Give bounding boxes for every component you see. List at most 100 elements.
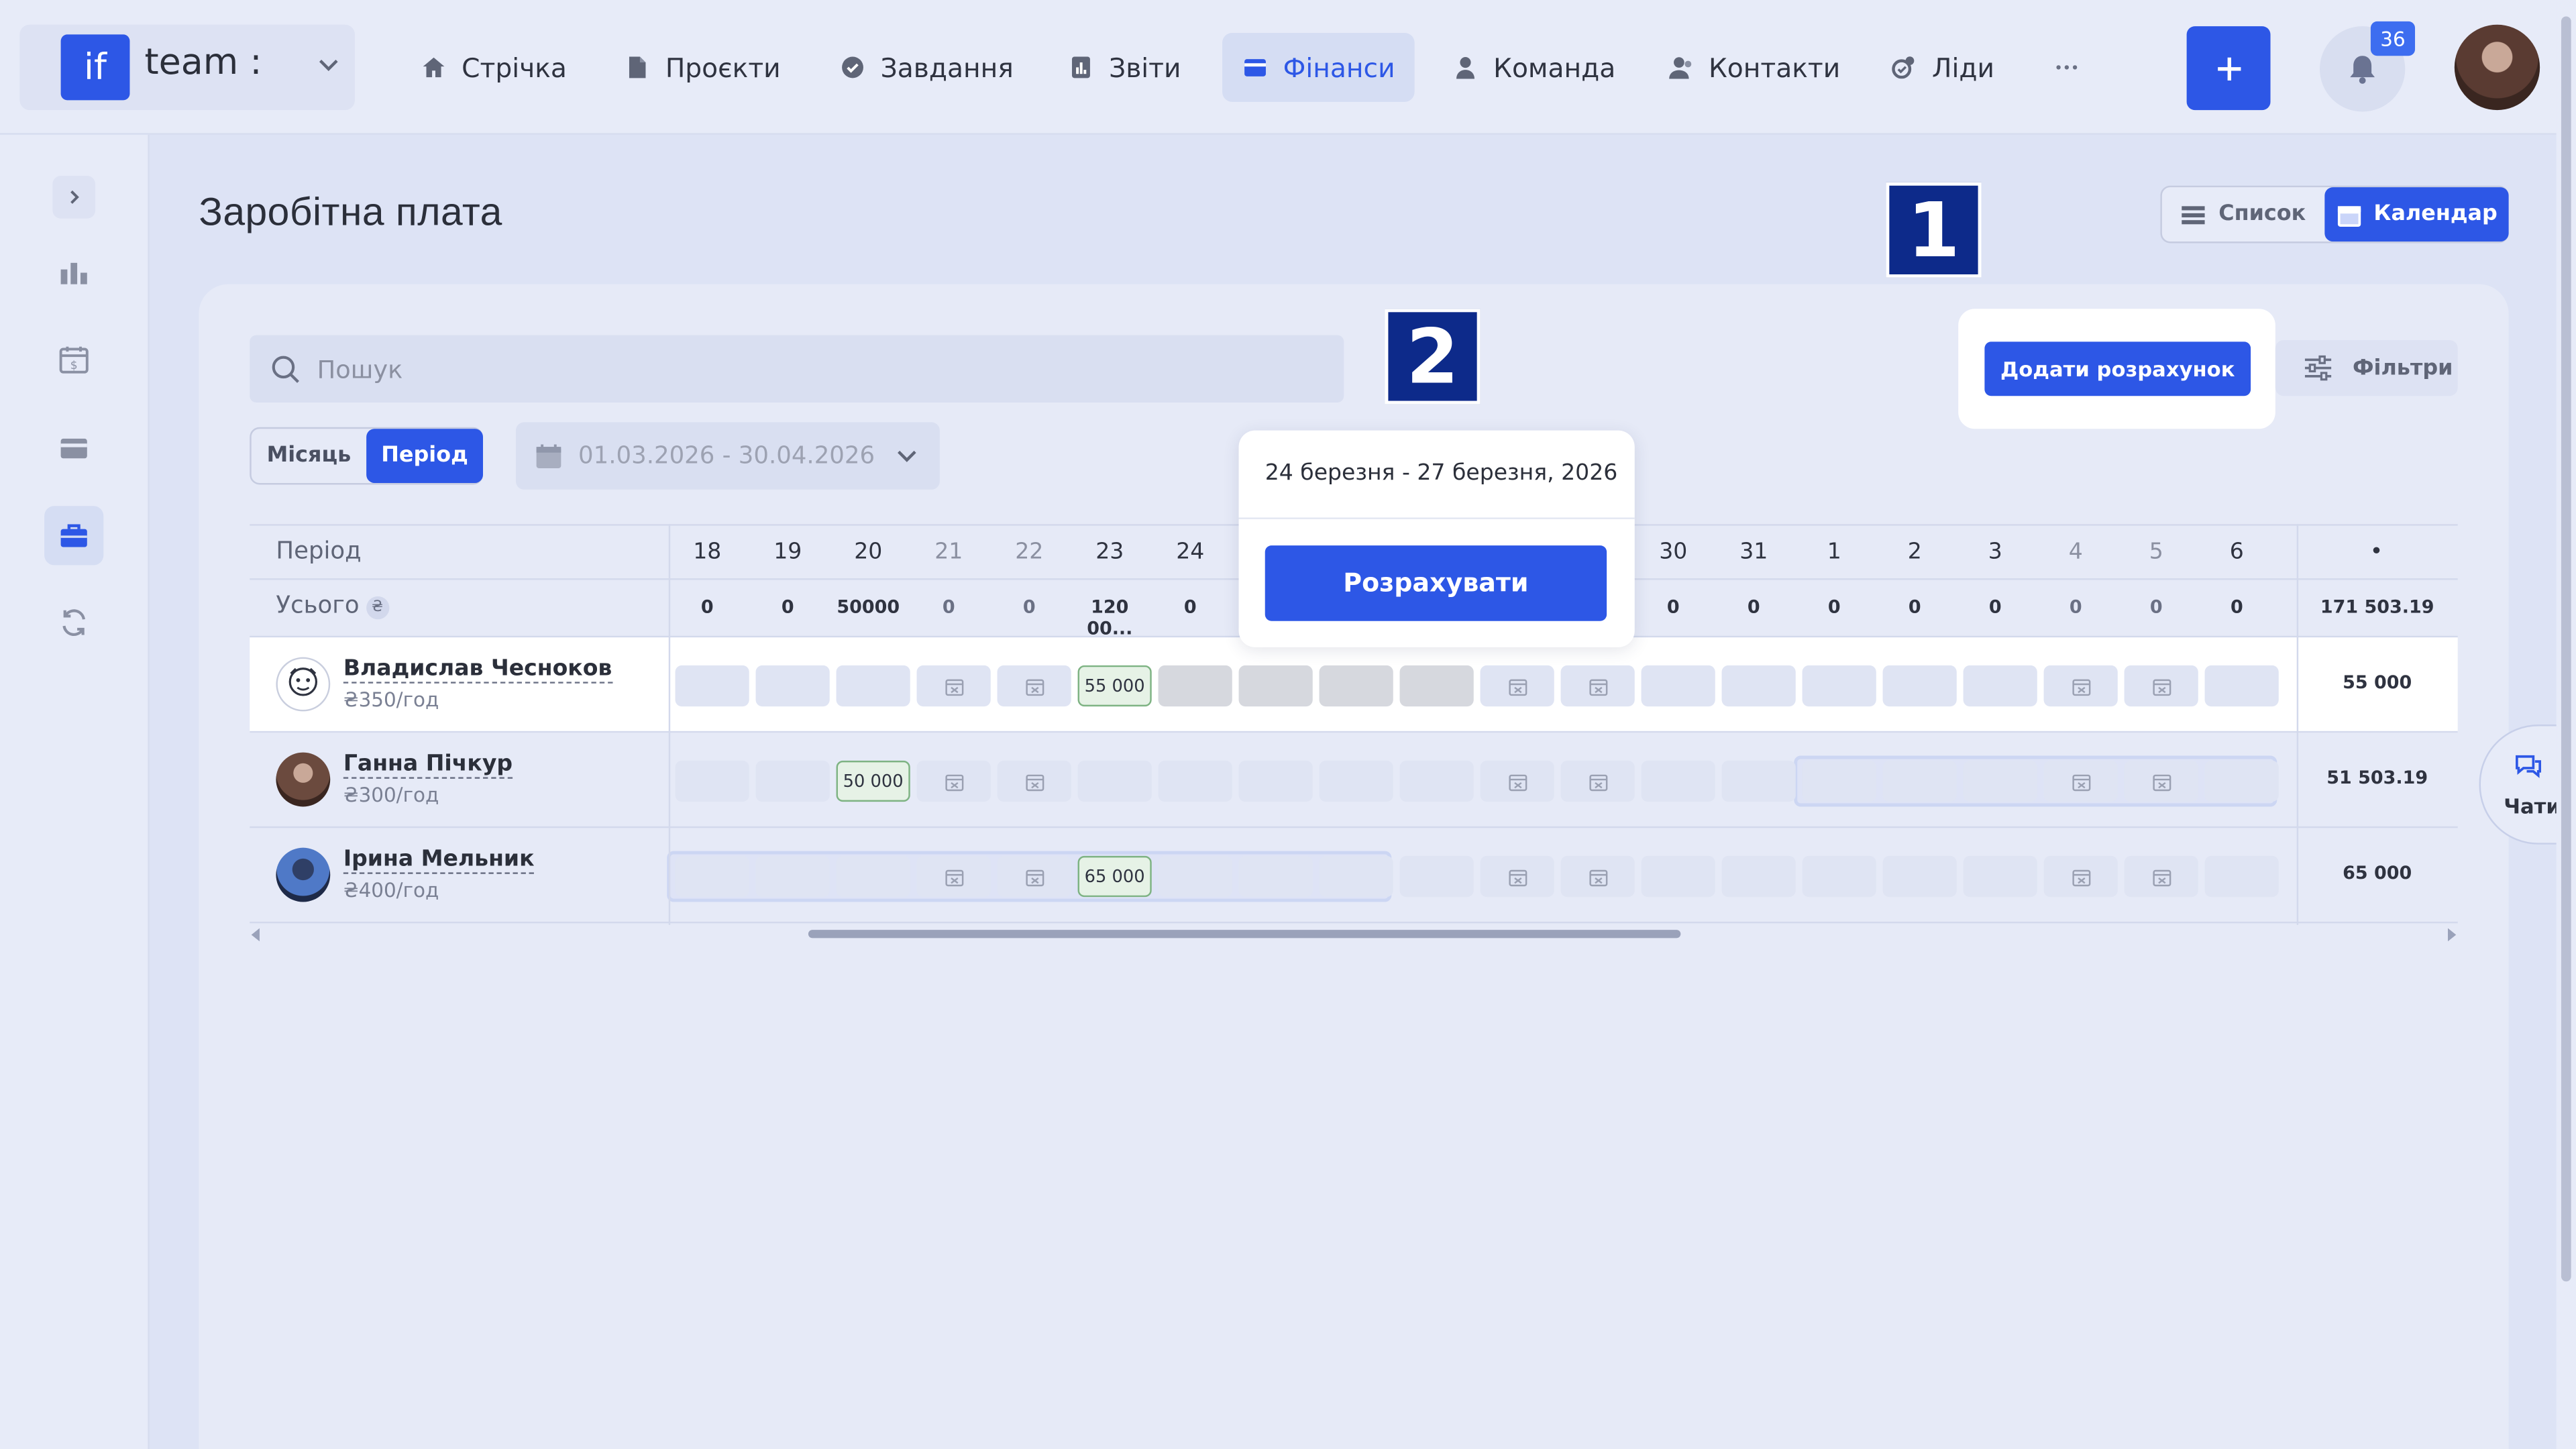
user-avatar[interactable] <box>2454 24 2540 111</box>
day-cell[interactable] <box>755 665 830 707</box>
sidebar-item-analytics[interactable] <box>44 243 103 302</box>
day-cell[interactable] <box>1882 760 1957 802</box>
day-cell[interactable] <box>1319 760 1393 802</box>
sidebar-expand-button[interactable] <box>52 176 96 219</box>
day-cell[interactable] <box>1399 760 1474 802</box>
team-switcher[interactable]: if team : <box>19 24 355 111</box>
nav-more-button[interactable] <box>2034 33 2100 102</box>
day-cell[interactable] <box>916 855 991 898</box>
scroll-thumb[interactable] <box>808 930 1681 938</box>
day-cell[interactable] <box>916 760 991 802</box>
day-cell[interactable] <box>1077 760 1152 802</box>
day-cell[interactable] <box>2043 665 2118 707</box>
day-cell[interactable] <box>997 855 1071 898</box>
day-cell[interactable] <box>1560 665 1635 707</box>
day-cell[interactable] <box>2204 855 2279 898</box>
day-cell[interactable] <box>755 855 830 898</box>
employee-name-link[interactable]: Владислав Чесноков <box>343 656 612 684</box>
day-cell[interactable] <box>755 760 830 802</box>
day-cell[interactable] <box>1802 760 1876 802</box>
employee-avatar[interactable] <box>276 752 331 807</box>
day-cell[interactable] <box>1721 665 1796 707</box>
search-input[interactable] <box>317 335 1303 403</box>
sidebar-item-salary[interactable] <box>44 506 104 566</box>
day-cell[interactable] <box>997 665 1071 707</box>
mode-month-button[interactable]: Місяць <box>252 429 366 483</box>
calculate-button[interactable]: Розрахувати <box>1265 545 1607 621</box>
day-cell[interactable] <box>1238 855 1313 898</box>
day-cell[interactable] <box>1399 665 1474 707</box>
day-cell[interactable] <box>675 855 749 898</box>
nav-item-contacts[interactable]: Контакти <box>1648 33 1860 102</box>
day-cell[interactable] <box>1158 760 1232 802</box>
nav-item-reports[interactable]: Звіти <box>1048 33 1200 102</box>
day-cell[interactable] <box>1238 760 1313 802</box>
day-cell[interactable] <box>2043 760 2118 802</box>
day-cell[interactable] <box>1963 855 2037 898</box>
date-range-select[interactable]: 01.03.2026 - 30.04.2026 <box>515 422 940 490</box>
day-cell[interactable] <box>2204 665 2279 707</box>
day-cell[interactable] <box>1319 665 1393 707</box>
day-cell-amount[interactable]: 65 000 <box>1077 855 1152 898</box>
mode-period-button[interactable]: Період <box>366 429 484 484</box>
day-cell[interactable] <box>1480 760 1554 802</box>
day-cell[interactable] <box>1158 855 1232 898</box>
day-cell[interactable] <box>675 760 749 802</box>
day-cell[interactable] <box>1238 665 1313 707</box>
page-scroll-thumb[interactable] <box>2561 16 2571 1282</box>
nav-item-projects[interactable]: Проєкти <box>604 33 800 102</box>
day-cell[interactable] <box>1399 855 1474 898</box>
nav-item-feed[interactable]: Стрічка <box>401 33 587 102</box>
table-horizontal-scrollbar[interactable] <box>250 925 2457 943</box>
day-cell[interactable] <box>1158 665 1232 707</box>
day-cell[interactable] <box>836 665 910 707</box>
day-cell-amount[interactable]: 55 000 <box>1077 665 1152 707</box>
create-button[interactable] <box>2186 26 2271 111</box>
day-cell[interactable] <box>1641 760 1715 802</box>
day-cell[interactable] <box>1963 665 2037 707</box>
day-cell[interactable] <box>1721 760 1796 802</box>
info-icon[interactable]: ₴ <box>366 596 389 620</box>
day-cell-amount[interactable]: 50 000 <box>836 760 910 802</box>
day-cell[interactable] <box>1802 855 1876 898</box>
day-cell[interactable] <box>2124 855 2198 898</box>
day-cell[interactable] <box>2124 760 2198 802</box>
nav-item-leads[interactable]: Ліди <box>1871 33 2014 102</box>
day-cell[interactable] <box>1319 855 1393 898</box>
scroll-left-arrow-icon[interactable] <box>250 928 263 942</box>
day-cell[interactable] <box>1963 760 2037 802</box>
day-cell[interactable] <box>2124 665 2198 707</box>
day-cell[interactable] <box>1882 665 1957 707</box>
day-cell[interactable] <box>1802 665 1876 707</box>
day-cell[interactable] <box>836 855 910 898</box>
day-cell[interactable] <box>1560 855 1635 898</box>
day-cell[interactable] <box>1721 855 1796 898</box>
day-cell[interactable] <box>916 665 991 707</box>
nav-item-tasks[interactable]: Завдання <box>820 33 1033 102</box>
day-cell[interactable] <box>1641 855 1715 898</box>
day-cell[interactable] <box>2204 760 2279 802</box>
day-cell[interactable] <box>675 665 749 707</box>
day-cell[interactable] <box>1480 855 1554 898</box>
employee-avatar[interactable] <box>276 847 331 902</box>
view-calendar-button[interactable]: Календар <box>2324 187 2509 242</box>
sidebar-item-accounts[interactable] <box>44 419 103 478</box>
view-list-button[interactable]: Список <box>2162 187 2324 241</box>
day-cell[interactable] <box>2043 855 2118 898</box>
day-cell[interactable] <box>1641 665 1715 707</box>
add-calculation-button[interactable]: Додати розрахунок <box>1984 341 2251 396</box>
employee-name-link[interactable]: Ганна Пічкур <box>343 751 513 779</box>
sidebar-item-sync[interactable] <box>44 593 103 652</box>
scroll-right-arrow-icon[interactable] <box>2445 928 2458 942</box>
filters-button[interactable]: Фільтри <box>2275 339 2458 396</box>
employee-avatar[interactable] <box>276 657 331 712</box>
employee-name-link[interactable]: Ірина Мельник <box>343 847 535 874</box>
page-vertical-scrollbar[interactable] <box>2556 0 2576 1449</box>
nav-item-finance[interactable]: Фінанси <box>1222 32 1415 102</box>
day-cell[interactable] <box>997 760 1071 802</box>
day-cell[interactable] <box>1480 665 1554 707</box>
day-cell[interactable] <box>1560 760 1635 802</box>
day-cell[interactable] <box>1882 855 1957 898</box>
sidebar-item-payments-calendar[interactable]: $ <box>44 330 103 389</box>
nav-item-team[interactable]: Команда <box>1433 33 1635 102</box>
